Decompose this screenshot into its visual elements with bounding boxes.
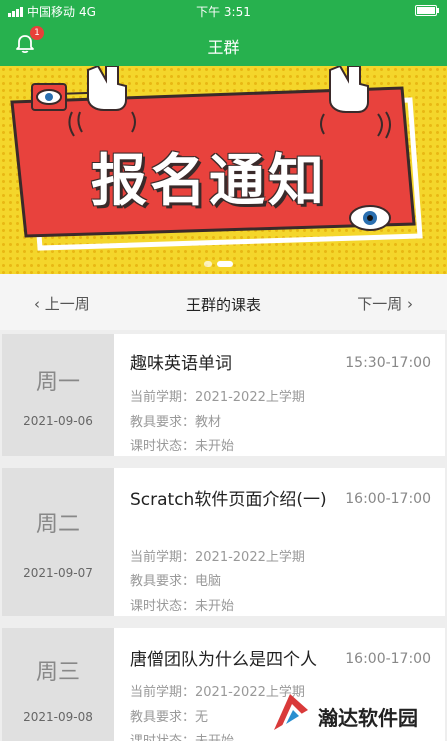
- right-hand-icon: [329, 66, 369, 113]
- carousel-dot[interactable]: [204, 261, 212, 267]
- chevron-right-icon: ›: [407, 295, 413, 313]
- week-navigation: ‹ 上一周 王群的课表 下一周 ›: [0, 274, 447, 330]
- course-status: 课时状态：未开始: [130, 730, 234, 741]
- course-name: 趣味英语单词: [130, 354, 232, 374]
- day-column: 周一 2021-09-06: [2, 334, 114, 456]
- banner-carousel[interactable]: 报名通知: [0, 66, 447, 274]
- banner-title: 报名通知: [91, 149, 327, 214]
- course-equipment: 教具要求：教材: [130, 415, 222, 430]
- weekday-label: 周三: [35, 660, 80, 685]
- course-card[interactable]: 周一 2021-09-06 趣味英语单词 15:30-17:00 当前学期：20…: [2, 334, 445, 456]
- course-time: 16:00-17:00: [345, 491, 431, 507]
- course-equipment: 教具要求：电脑: [130, 574, 222, 589]
- page-title: 王群: [207, 38, 240, 57]
- course-status: 课时状态：未开始: [130, 599, 235, 614]
- course-time: 15:30-17:00: [345, 355, 431, 371]
- course-card[interactable]: 周二 2021-09-07 Scratch软件页面介绍(一) 16:00-17:…: [2, 468, 445, 616]
- clock: 下午 3:51: [196, 5, 251, 19]
- day-column: 周三 2021-09-08: [2, 628, 114, 741]
- date-label: 2021-09-08: [23, 710, 93, 724]
- carousel-indicator: [204, 261, 233, 267]
- watermark-text: 瀚达软件园: [318, 706, 418, 730]
- battery-icon: [415, 5, 439, 16]
- app-header: 1 王群: [0, 22, 447, 66]
- status-bar: 中国移动 4G 下午 3:51: [0, 0, 447, 22]
- course-name: 唐僧团队为什么是四个人: [130, 650, 317, 670]
- watermark: 瀚达软件园: [268, 690, 438, 736]
- next-week-label: 下一周: [357, 295, 403, 313]
- weekday-label: 周二: [35, 512, 80, 537]
- watermark-logo-icon: [274, 694, 308, 730]
- left-hand-icon: [87, 66, 127, 111]
- carousel-dot-active[interactable]: [217, 261, 233, 267]
- left-eye-icon: [31, 83, 67, 111]
- course-name: Scratch软件页面介绍(一): [130, 490, 327, 510]
- weekday-label: 周一: [35, 370, 80, 395]
- course-term: 当前学期：2021-2022上学期: [130, 550, 305, 565]
- course-term: 当前学期：2021-2022上学期: [130, 390, 305, 405]
- course-time: 16:00-17:00: [345, 651, 431, 667]
- next-week-button[interactable]: 下一周 ›: [357, 293, 413, 314]
- date-label: 2021-09-06: [23, 414, 93, 428]
- course-equipment: 教具要求：无: [130, 710, 209, 725]
- course-status: 课时状态：未开始: [130, 439, 235, 454]
- day-column: 周二 2021-09-07: [2, 468, 114, 616]
- date-label: 2021-09-07: [23, 566, 93, 580]
